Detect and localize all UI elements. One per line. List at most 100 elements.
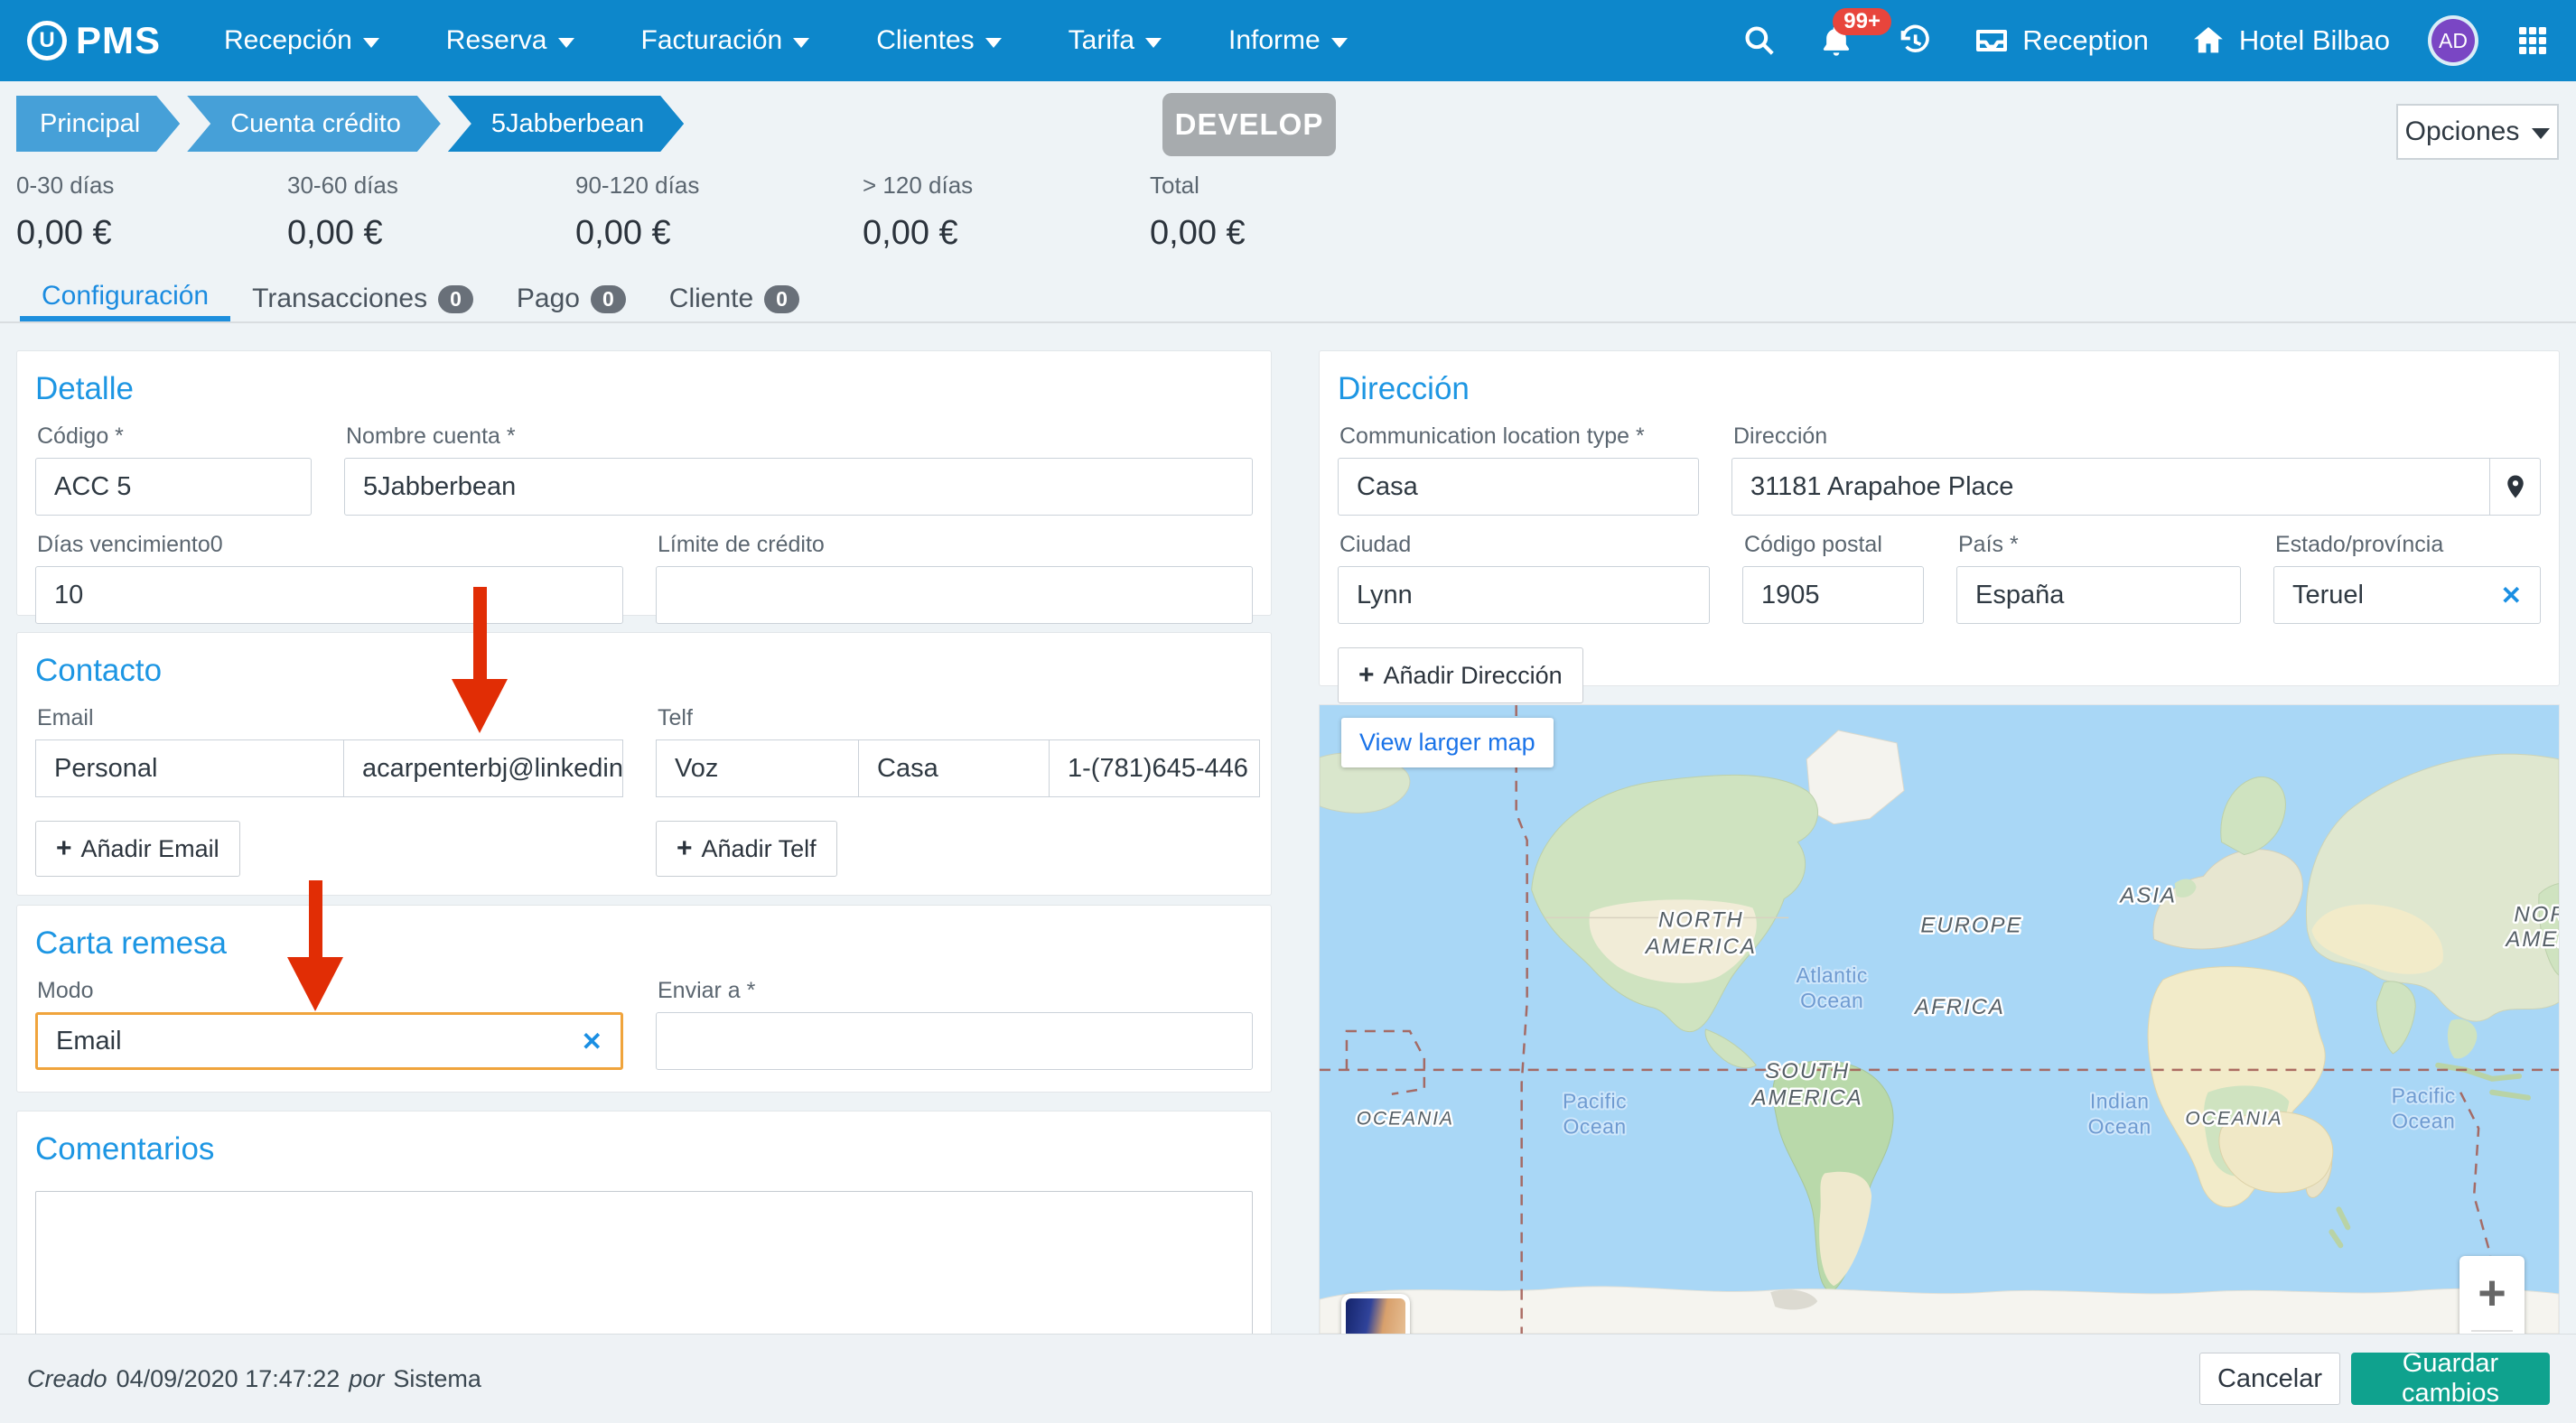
chevron-down-icon (985, 38, 1002, 48)
notifications-bell-icon[interactable]: 99+ (1818, 23, 1854, 59)
limite-credito-input[interactable] (656, 566, 1253, 624)
ocean-label: Ocean (1800, 989, 1863, 1012)
map-pin-button[interactable] (2490, 458, 2541, 516)
chevron-down-icon (1331, 38, 1348, 48)
telf-location-input[interactable]: Casa (858, 739, 1050, 797)
cancel-button[interactable]: Cancelar (2199, 1353, 2340, 1405)
save-changes-button[interactable]: Guardar cambios (2351, 1353, 2550, 1405)
search-icon[interactable] (1742, 23, 1777, 58)
codigo-input[interactable]: ACC 5 (35, 458, 312, 516)
reception-label: Reception (2022, 24, 2149, 57)
add-telf-label: Añadir Telf (702, 835, 817, 863)
aging-label: Total (1150, 172, 1421, 200)
apps-grid-icon[interactable] (2516, 24, 2549, 57)
breadcrumb-current[interactable]: 5Jabberbean (448, 96, 684, 152)
menu-clientes[interactable]: Clientes (876, 25, 1001, 56)
menu-tarifa[interactable]: Tarifa (1069, 25, 1162, 56)
tab-configuracion[interactable]: Configuración (20, 273, 230, 321)
add-direccion-button[interactable]: + Añadir Dirección (1338, 647, 1583, 703)
section-title: Contacto (35, 653, 1253, 689)
nombre-cuenta-input[interactable]: 5Jabberbean (344, 458, 1253, 516)
dias-vencimiento-input[interactable]: 10 (35, 566, 623, 624)
pais-input[interactable]: España (1956, 566, 2241, 624)
telf-label: Telf (658, 705, 1260, 731)
user-avatar[interactable]: AD (2431, 19, 2475, 62)
tab-count-badge: 0 (438, 285, 473, 313)
menu-reserva[interactable]: Reserva (446, 25, 574, 56)
ciudad-input[interactable]: Lynn (1338, 566, 1710, 624)
zoom-plus-icon: + (2478, 1269, 2506, 1317)
environment-badge: DEVELOP (1162, 93, 1336, 156)
add-telf-button[interactable]: + Añadir Telf (656, 821, 837, 877)
map-zoom-in-button[interactable]: + (2459, 1256, 2525, 1335)
dias-vencimiento-label: Días vencimiento0 (37, 532, 623, 558)
telf-number-input[interactable]: 1-(781)645-446 (1049, 739, 1260, 797)
estado-provincia-label: Estado/província (2275, 532, 2541, 558)
nombre-cuenta-label: Nombre cuenta * (346, 423, 1253, 450)
menu-informe[interactable]: Informe (1228, 25, 1348, 56)
codigo-postal-input[interactable]: 1905 (1742, 566, 1924, 624)
clear-icon[interactable]: ✕ (2490, 581, 2522, 610)
options-label: Opciones (2405, 116, 2520, 147)
ocean-label: Indian (2090, 1090, 2150, 1113)
breadcrumb-principal[interactable]: Principal (16, 96, 180, 152)
section-contacto: Contacto Email Personal acarpenterbj@lin… (16, 632, 1272, 896)
map-label: NORTH (1658, 907, 1744, 932)
reception-switcher[interactable]: Reception (1974, 23, 2149, 59)
clear-icon[interactable]: ✕ (571, 1027, 602, 1056)
app-logo[interactable]: U PMS (27, 19, 161, 62)
ocean-label: Ocean (1563, 1115, 1626, 1139)
email-value-input[interactable]: acarpenterbj@linkedin.c (343, 739, 623, 797)
tab-label: Configuración (42, 281, 209, 312)
limite-credito-label: Límite de crédito (658, 532, 1253, 558)
tab-pago[interactable]: Pago 0 (495, 273, 648, 321)
direccion-input[interactable]: 31181 Arapahoe Place (1731, 458, 2490, 516)
logo-icon: U (27, 21, 67, 60)
menu-label: Tarifa (1069, 25, 1134, 56)
location-type-input[interactable]: Casa (1338, 458, 1699, 516)
aging-value: 0,00 € (575, 214, 863, 253)
plus-icon: + (677, 833, 693, 864)
tab-bar: Configuración Transacciones 0 Pago 0 Cli… (0, 273, 2576, 323)
history-icon[interactable] (1896, 23, 1932, 59)
email-type-input[interactable]: Personal (35, 739, 344, 797)
created-by: Sistema (393, 1365, 481, 1393)
home-icon (2190, 23, 2226, 59)
hotel-switcher[interactable]: Hotel Bilbao (2190, 23, 2390, 59)
map-label: AMER (2504, 927, 2559, 952)
modo-input[interactable]: Email ✕ (35, 1012, 623, 1070)
aging-value: 0,00 € (863, 214, 1150, 253)
codigo-postal-label: Código postal (1744, 532, 1924, 558)
tab-label: Cliente (669, 284, 753, 314)
add-email-button[interactable]: + Añadir Email (35, 821, 240, 877)
tab-cliente[interactable]: Cliente 0 (648, 273, 821, 321)
map-label: AFRICA (1913, 995, 2005, 1019)
created-prefix: Creado (27, 1365, 107, 1393)
breadcrumb-cuenta-credito[interactable]: Cuenta crédito (187, 96, 441, 152)
tab-count-badge: 0 (764, 285, 799, 313)
ocean-label: Ocean (2392, 1110, 2455, 1133)
created-by-word: por (349, 1365, 384, 1393)
map-label: OCEANIA (2185, 1109, 2282, 1130)
created-info: Creado 04/09/2020 17:47:22 por Sistema (27, 1365, 481, 1393)
menu-facturacion[interactable]: Facturación (641, 25, 810, 56)
google-map[interactable]: NORTH AMERICA SOUTH AMERICA EUROPE AFRIC… (1319, 704, 2560, 1335)
aging-value: 0,00 € (1150, 214, 1421, 253)
estado-provincia-input[interactable]: Teruel ✕ (2273, 566, 2541, 624)
chevron-down-icon (2532, 128, 2550, 139)
options-button[interactable]: Opciones (2396, 104, 2559, 160)
aging-label: > 120 días (863, 172, 1150, 200)
chevron-down-icon (558, 38, 574, 48)
created-datetime: 04/09/2020 17:47:22 (117, 1365, 341, 1393)
satellite-toggle-thumbnail[interactable] (1341, 1294, 1410, 1335)
ciudad-label: Ciudad (1339, 532, 1710, 558)
telf-type-input[interactable]: Voz (656, 739, 859, 797)
view-larger-map-button[interactable]: View larger map (1341, 718, 1554, 767)
menu-recepcion[interactable]: Recepción (224, 25, 379, 56)
notification-count-badge: 99+ (1833, 8, 1891, 35)
add-email-label: Añadir Email (81, 835, 219, 863)
enviar-a-input[interactable] (656, 1012, 1253, 1070)
tab-transacciones[interactable]: Transacciones 0 (230, 273, 495, 321)
menu-label: Reserva (446, 25, 547, 56)
aging-value: 0,00 € (16, 214, 287, 253)
